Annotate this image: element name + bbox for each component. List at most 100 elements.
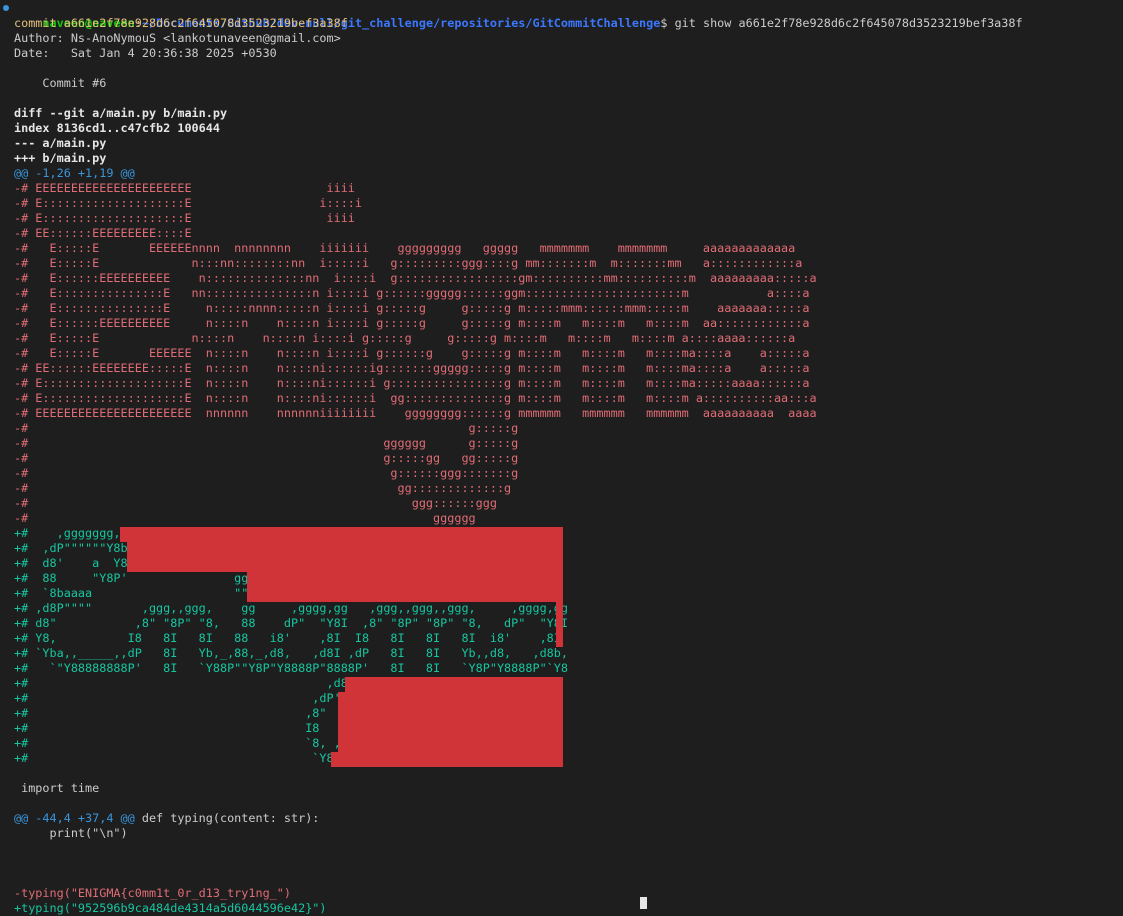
diff-line-text: @@ -1,26 +1,19 @@ [14,166,135,180]
redaction-block [120,527,563,542]
diff-line: -# E::::::::::::::::::::E n::::n n::::ni… [14,376,809,391]
diff-line: -# g:::::gg gg:::::g [14,451,518,466]
redaction-block [345,677,563,692]
diff-line: +# ,dP'8I [14,691,355,706]
diff-line-text: -# E::::::EEEEEEEEEE n::::::::::::::nn i… [14,271,817,285]
diff-line-text: -# EE::::::EEEEEEEE:::::E n::::n n::::ni… [14,361,810,375]
diff-line-text: +# `"Y88888888P' 8I `Y88P""Y8P"Y8888P"88… [14,661,568,675]
diff-line-text: +# d8' a Y8 [14,556,128,570]
diff-line-text: +# ,dP""""""Y8b [14,541,128,555]
diff-line-text: commit a661e2f78e928d6c2f645078d3523219b… [14,16,348,30]
prompt-marker-icon [3,5,9,11]
diff-line-text: +# `Y8P" [14,751,348,765]
diff-line: -# E:::::::::::::::E n:::::nnnn:::::n i:… [14,301,809,316]
prompt-command: git show a661e2f78e928d6c2f645078d352321… [667,16,1023,30]
diff-line-text: -# EEEEEEEEEEEEEEEEEEEEEE iiii [14,181,355,195]
redaction-block [338,692,563,707]
diff-line: +# Y8, I8 8I 8I 88 i8' ,8I I8 8I 8I 8I i… [14,631,561,646]
diff-line: @@ -44,4 +37,4 @@ def typing(content: st… [14,811,319,826]
diff-line-text: -# ggg::::::ggg [14,496,497,510]
redaction-block [556,617,563,632]
prompt-line: naveen@naveen:~/Documents/Github/dev-nul… [14,1,1022,30]
diff-line-text: index 8136cd1..c47cfb2 100644 [14,121,220,135]
diff-line: +# `8baaaa "" [14,586,248,601]
diff-line: +# `"Y88888888P' 8I `Y88P""Y8P"Y8888P"88… [14,661,568,676]
redaction-block [127,542,563,557]
diff-line: diff --git a/main.py b/main.py [14,106,227,121]
redaction-block [556,632,563,647]
diff-line: commit a661e2f78e928d6c2f645078d3523219b… [14,16,348,31]
diff-line-text: -# E::::::::::::::::::::E i::::i [14,196,363,210]
diff-line-text: -# E:::::::::::::::E n:::::nnnn:::::n i:… [14,301,810,315]
diff-line-text: +# `8, ,8I [14,736,355,750]
diff-line: -# gggggg g:::::g [14,436,518,451]
diff-line-text: -# E::::::::::::::::::::E iiii [14,211,355,225]
terminal-window[interactable]: naveen@naveen:~/Documents/Github/dev-nul… [0,0,1123,915]
diff-line-text: +# ,d8P"""" ,ggg,,ggg, gg ,gggg,gg ,ggg,… [14,601,568,615]
diff-line-text: +# ,ggggggg, [14,526,121,540]
redaction-block [247,572,563,587]
diff-line-text: Date: Sat Jan 4 20:36:38 2025 +0530 [14,46,277,60]
diff-line-text: -# E:::::E n:::nn::::::::nn i:::::i g:::… [14,256,803,270]
diff-line: -# g::::::ggg:::::::g [14,466,518,481]
redaction-block [338,707,563,722]
diff-line-text: +# `8baaaa "" [14,586,249,600]
diff-line: -# EEEEEEEEEEEEEEEEEEEEEE iiii [14,181,355,196]
redaction-block [338,737,563,752]
redaction-block [331,752,563,767]
diff-line-text: --- a/main.py [14,136,107,150]
diff-line: -# E:::::E n::::n n::::n i::::i g:::::g … [14,331,795,346]
diff-line: +# `Yba,,_____,,dP 8I Yb,_,88,_,d8, ,d8I… [14,646,568,661]
diff-line-text: +# ,dP'8I [14,691,355,705]
diff-line-text: -# gggggg [14,511,476,525]
diff-line-text: +# 88 "Y8P' gg [14,571,249,585]
diff-line-text: -# EE::::::EEEEEEEEE::::E [14,226,192,240]
diff-line-text: +++ b/main.py [14,151,107,165]
diff-line: +# d8' a Y8 [14,556,128,571]
diff-line: +# I8 8I [14,721,355,736]
diff-line-text: -# E:::::E EEEEEE n::::n n::::n i::::i g… [14,346,810,360]
diff-line-text: +# d8" ,8" "8P" "8, 88 dP" "Y8I ,8" "8P"… [14,616,568,630]
diff-line: +# ,dP""""""Y8b [14,541,128,556]
diff-line: -# E::::::EEEEEEEEEE n::::::::::::::nn i… [14,271,817,286]
diff-line: -# gggggg [14,511,476,526]
diff-line-text: -# E::::::EEEEEEEEEE n::::n n::::n i::::… [14,316,810,330]
diff-line: @@ -1,26 +1,19 @@ [14,166,135,181]
diff-line: import time [14,781,99,796]
diff-line: -# E:::::E n:::nn::::::::nn i:::::i g:::… [14,256,802,271]
diff-line: -# E::::::EEEEEEEEEE n::::n n::::n i::::… [14,316,809,331]
diff-line-text: -# E::::::::::::::::::::E n::::n n::::ni… [14,376,810,390]
diff-line-text: -# gggggg g:::::g [14,436,519,450]
diff-line-text: +# I8 8I [14,721,355,735]
diff-line: --- a/main.py [14,136,106,151]
diff-line-text: +# Y8, I8 8I 8I 88 i8' ,8I I8 8I 8I 8I i… [14,631,561,645]
diff-line: -# E::::::::::::::::::::E iiii [14,211,355,226]
diff-line: +# d8" ,8" "8P" "8, 88 dP" "Y8I ,8" "8P"… [14,616,568,631]
hunk-context: def typing(content: str): [134,811,320,825]
diff-line: +++ b/main.py [14,151,106,166]
diff-line: Date: Sat Jan 4 20:36:38 2025 +0530 [14,46,277,61]
bottom-prompt[interactable] [14,897,647,912]
diff-line: Commit #6 [14,76,106,91]
diff-line-text: print("\n") [14,826,128,840]
diff-line: print("\n") [14,826,128,841]
diff-line-text: Commit #6 [14,76,107,90]
diff-line-text: +# ,8" 8I [14,706,355,720]
diff-line-text: -# g:::::g [14,421,519,435]
diff-line-text: diff --git a/main.py b/main.py [14,106,228,120]
diff-line: -# E:::::E EEEEEEnnnn nnnnnnnn iiiiiii g… [14,241,795,256]
diff-line: Author: Ns-AnoNymouS <lankotunaveen@gmai… [14,31,341,46]
diff-line-text: -# EEEEEEEEEEEEEEEEEEEEEE nnnnnn nnnnnni… [14,406,817,420]
diff-line-text: -# E:::::::::::::::E nn:::::::::::::::n … [14,286,810,300]
diff-line: index 8136cd1..c47cfb2 100644 [14,121,220,136]
redaction-block [247,587,563,602]
diff-line: +# `8, ,8I [14,736,355,751]
diff-line-text: -# E:::::E n::::n n::::n i::::i g:::::g … [14,331,796,345]
diff-line-text: -# g:::::gg gg:::::g [14,451,519,465]
diff-line: -# E::::::::::::::::::::E n::::n n::::ni… [14,391,817,406]
diff-line: +# `Y8P" [14,751,348,766]
cursor-icon [640,897,647,909]
diff-line: -# ggg::::::ggg [14,496,497,511]
diff-line-text: -# gg:::::::::::::g [14,481,512,495]
diff-line: +# ,d8P"""" ,ggg,,ggg, gg ,gggg,gg ,ggg,… [14,601,568,616]
